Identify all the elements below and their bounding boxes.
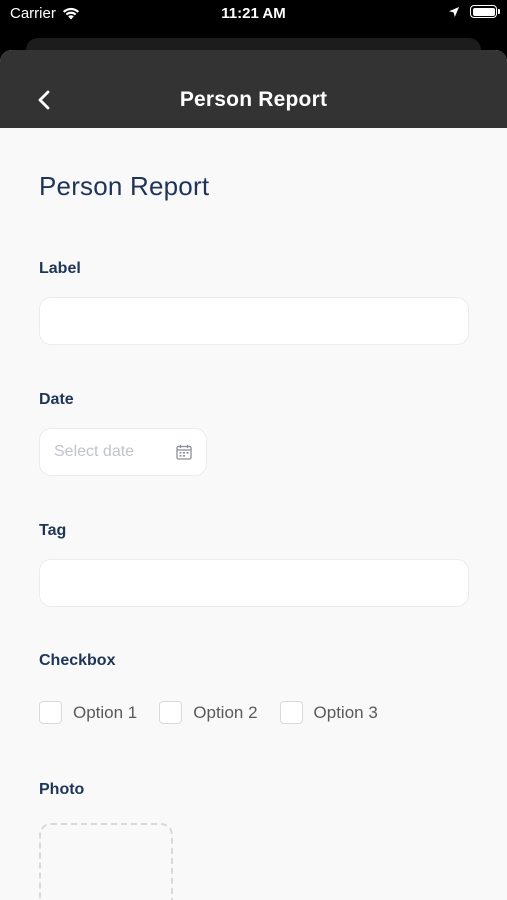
modal-sheet: Person Report Person Report Label Date S…	[0, 50, 507, 900]
tag-field-label: Tag	[39, 522, 67, 539]
date-picker-input[interactable]: Select date	[39, 428, 207, 476]
battery-icon	[470, 5, 500, 18]
photo-field-label: Photo	[39, 781, 85, 798]
checkbox-box[interactable]	[159, 701, 183, 724]
nav-bar: Person Report	[0, 50, 507, 128]
checkbox-option-1[interactable]: Option 1	[39, 701, 137, 724]
checkbox-option-3[interactable]: Option 3	[279, 701, 378, 724]
checkbox-label: Option 3	[313, 702, 378, 722]
date-field-label: Date	[39, 391, 74, 408]
label-input[interactable]	[39, 297, 469, 345]
status-time: 11:21 AM	[221, 5, 286, 22]
checkbox-label: Option 2	[193, 702, 258, 722]
checkbox-field-label: Checkbox	[39, 652, 116, 669]
nav-title: Person Report	[179, 88, 328, 111]
checkbox-box[interactable]	[279, 701, 303, 724]
checkbox-label: Option 1	[73, 702, 138, 722]
calendar-icon	[176, 444, 192, 460]
date-placeholder: Select date	[54, 443, 135, 460]
page-title: Person Report	[39, 171, 210, 201]
checkbox-group: Option 1 Option 2 Option 3	[39, 701, 468, 724]
tag-input[interactable]	[39, 559, 469, 607]
form: Person Report Label Date Select date Tag…	[0, 171, 507, 900]
checkbox-option-2[interactable]: Option 2	[159, 701, 258, 724]
checkbox-box[interactable]	[39, 701, 62, 724]
status-bar: Carrier 11:21 AM	[0, 0, 507, 30]
label-field-label: Label	[39, 260, 81, 277]
status-right	[448, 5, 500, 18]
location-arrow-icon	[449, 6, 459, 17]
photo-upload-box[interactable]	[39, 823, 173, 900]
